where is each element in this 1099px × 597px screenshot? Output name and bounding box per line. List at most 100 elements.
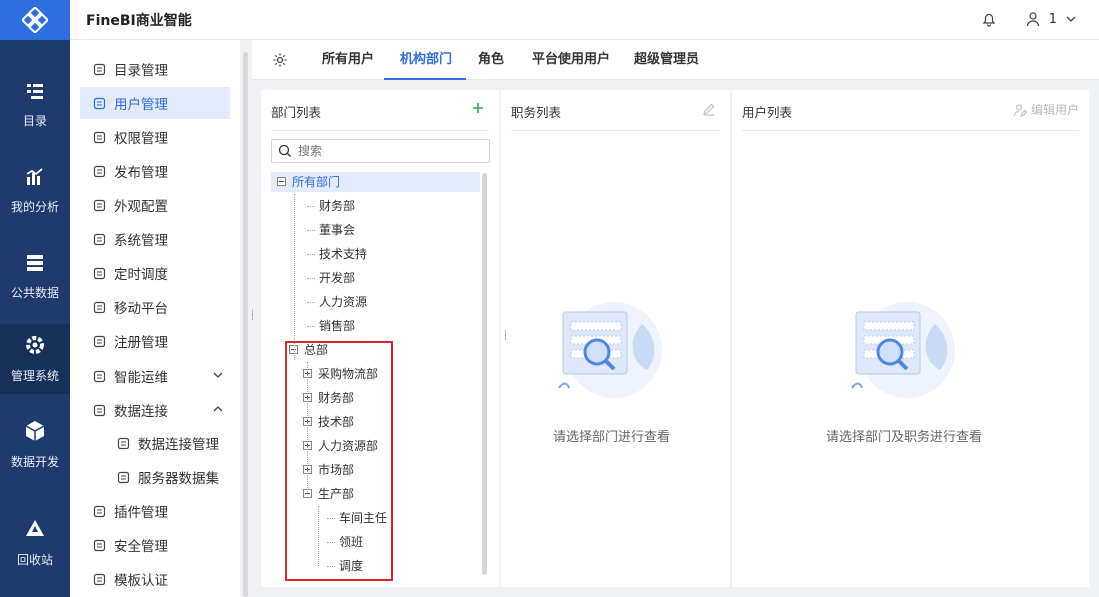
rail-item-label: 目录 (22, 114, 47, 128)
db-link-icon (116, 436, 130, 450)
nav-item-users[interactable]: 用户管理 (80, 87, 230, 119)
recycle-icon (24, 518, 46, 543)
nav-item-catalog[interactable]: 目录管理 (80, 53, 230, 85)
user-tabs: 所有用户 机构部门 角色 平台使用用户 超级管理员 (252, 40, 1099, 80)
search-icon (278, 144, 291, 157)
tree-node[interactable]: 董事会 (307, 220, 355, 240)
nav-item-label: 注册管理 (114, 335, 168, 351)
department-search[interactable] (271, 139, 490, 163)
nav-item-label: 数据连接 (114, 404, 168, 420)
tree-node[interactable]: 所有部门 (271, 172, 480, 192)
panel-divider (742, 130, 1079, 131)
nav-item-security[interactable]: 安全管理 (80, 529, 230, 561)
nav-item-label: 数据连接管理 (138, 437, 219, 453)
tree-connector (307, 206, 315, 207)
tree-node[interactable]: 人力资源 (307, 292, 367, 312)
management-nav: 目录管理 用户管理权限管理发布管理外观配置系统管理定时调度移动平台注册管理智能运维… (70, 40, 240, 597)
timer-icon (92, 266, 106, 280)
rail-item-recycle-bin[interactable]: 回收站 (0, 508, 70, 578)
chevron-up-icon[interactable] (212, 403, 224, 419)
nav-item-data-connection-manage[interactable]: 数据连接管理 (80, 427, 230, 459)
bell-icon[interactable] (981, 11, 997, 31)
app-title: FineBI商业智能 (86, 12, 192, 29)
nav-scrollbar[interactable] (243, 52, 248, 597)
edit-pencil-icon[interactable] (702, 102, 716, 120)
nav-item-label: 智能运维 (114, 370, 168, 386)
nav-item-label: 定时调度 (114, 267, 168, 283)
chevron-down-icon (1066, 16, 1076, 22)
register-icon (92, 334, 106, 348)
nav-item-data-connection[interactable]: 数据连接 (80, 394, 230, 426)
chevron-down-icon[interactable] (212, 369, 224, 385)
edit-user-button[interactable]: 编辑用户 (1013, 101, 1079, 118)
rail-item-public-data[interactable]: 公共数据 (0, 242, 70, 312)
logo-icon (22, 7, 48, 33)
tree-connector (307, 230, 315, 231)
tab-roles[interactable]: 角色 (478, 40, 504, 80)
tree-node-label: 财务部 (319, 199, 356, 213)
nav-item-plugin[interactable]: 插件管理 (80, 495, 230, 527)
tab-departments[interactable]: 机构部门 (383, 40, 467, 80)
panel-resize-handle[interactable]: ⁞ ⁞ (504, 330, 507, 343)
link-icon (92, 403, 106, 417)
mobile-icon (92, 300, 106, 314)
nav-item-ops[interactable]: 智能运维 (80, 360, 230, 392)
nav-item-template-cert[interactable]: 模板认证 (80, 563, 230, 595)
add-department-icon[interactable] (471, 101, 485, 119)
analysis-icon (25, 167, 45, 190)
security-icon (92, 538, 106, 552)
nav-item-label: 安全管理 (114, 539, 168, 555)
rail-item-label: 回收站 (16, 553, 53, 567)
edit-user-label: 编辑用户 (1030, 103, 1079, 117)
nav-item-system[interactable]: 系统管理 (80, 223, 230, 255)
nav-item-mobile[interactable]: 移动平台 (80, 291, 230, 323)
nav-item-schedule[interactable]: 定时调度 (80, 257, 230, 289)
nav-item-publish[interactable]: 发布管理 (80, 155, 230, 187)
user-manage-icon (92, 96, 106, 110)
rail-item-my-analysis[interactable]: 我的分析 (0, 156, 70, 226)
collapse-icon[interactable] (277, 177, 286, 186)
user-icon (1026, 12, 1039, 27)
system-gear-icon (92, 232, 106, 246)
tab-all-users[interactable]: 所有用户 (322, 40, 374, 80)
tab-super-admin[interactable]: 超级管理员 (634, 40, 699, 80)
tree-node-label: 销售部 (319, 319, 356, 333)
edit-user-icon (1013, 103, 1027, 117)
management-icon (24, 334, 46, 359)
publish-icon (92, 164, 106, 178)
nav-item-label: 发布管理 (114, 165, 168, 181)
plugin-icon (92, 504, 106, 518)
nav-item-label: 权限管理 (114, 131, 168, 147)
user-panel-title: 用户列表 (742, 105, 793, 120)
rail-item-label: 管理系统 (10, 369, 59, 383)
tree-node-label: 人力资源 (319, 295, 368, 309)
nav-resize-handle[interactable]: ⁞ ⁞ (251, 310, 254, 323)
rail-item-management[interactable]: 管理系统 (0, 324, 70, 394)
tree-node[interactable]: 销售部 (307, 316, 355, 336)
tree-connector (307, 302, 315, 303)
nav-item-permission[interactable]: 权限管理 (80, 121, 230, 153)
search-input[interactable] (298, 144, 478, 158)
user-list-panel: 用户列表 编辑用户 请选择部门及职务进行查看 (732, 90, 1089, 587)
nav-item-label: 系统管理 (114, 233, 168, 249)
user-empty-text: 请选择部门及职务进行查看 (826, 430, 983, 445)
tree-node[interactable]: 财务部 (307, 196, 355, 216)
tree-guide-line (294, 194, 295, 360)
tab-platform-users[interactable]: 平台使用用户 (532, 40, 610, 80)
settings-gear-icon[interactable] (272, 52, 288, 72)
nav-item-server-dataset[interactable]: 服务器数据集 (80, 461, 230, 493)
rail-item-label: 我的分析 (10, 200, 59, 214)
catalog-icon (25, 81, 45, 104)
rail-item-catalog[interactable]: 目录 (0, 70, 70, 140)
tree-scrollbar[interactable] (482, 173, 487, 575)
rail-item-data-dev[interactable]: 数据开发 (0, 410, 70, 480)
user-menu[interactable]: 1 (1025, 11, 1077, 27)
app-logo[interactable] (0, 0, 70, 40)
nav-item-register[interactable]: 注册管理 (80, 325, 230, 357)
top-header: FineBI商业智能 1 (70, 0, 1099, 40)
nav-item-appearance[interactable]: 外观配置 (80, 189, 230, 221)
nav-item-label: 移动平台 (114, 301, 168, 317)
nav-item-label: 外观配置 (114, 199, 168, 215)
tree-node[interactable]: 开发部 (307, 268, 355, 288)
tree-node[interactable]: 技术支持 (307, 244, 367, 264)
